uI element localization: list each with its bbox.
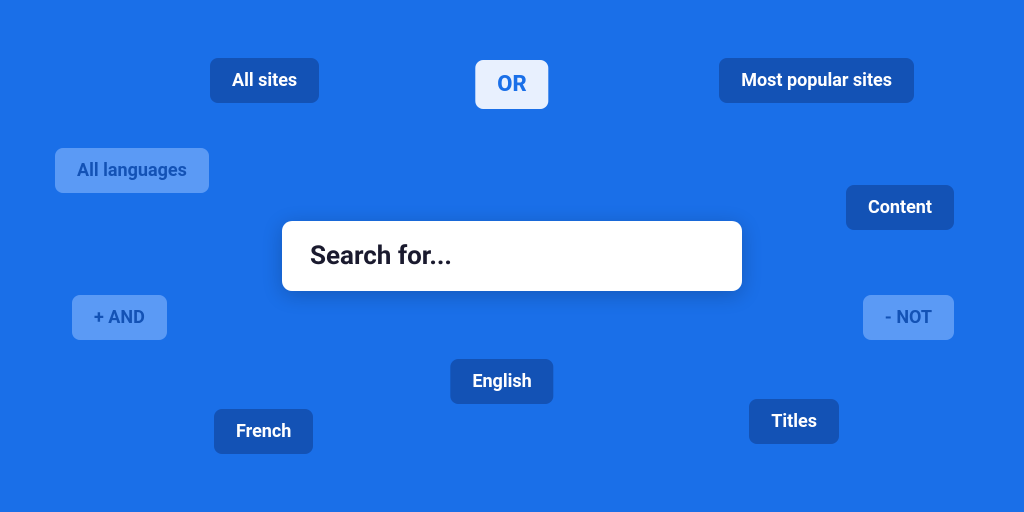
chip-all-languages[interactable]: All languages xyxy=(55,148,209,193)
search-bar[interactable]: Search for... xyxy=(282,221,742,291)
chip-and[interactable]: + AND xyxy=(72,295,167,340)
background: Search for... OR All sites Most popular … xyxy=(0,0,1024,512)
chip-french[interactable]: French xyxy=(214,409,313,454)
chip-most-popular-sites[interactable]: Most popular sites xyxy=(719,58,914,103)
chip-english[interactable]: English xyxy=(450,359,553,404)
chip-all-sites[interactable]: All sites xyxy=(210,58,319,103)
chip-titles[interactable]: Titles xyxy=(749,399,839,444)
chip-or[interactable]: OR xyxy=(475,60,548,109)
chip-content[interactable]: Content xyxy=(846,185,954,230)
chip-not[interactable]: - NOT xyxy=(863,295,954,340)
search-placeholder: Search for... xyxy=(310,241,452,271)
